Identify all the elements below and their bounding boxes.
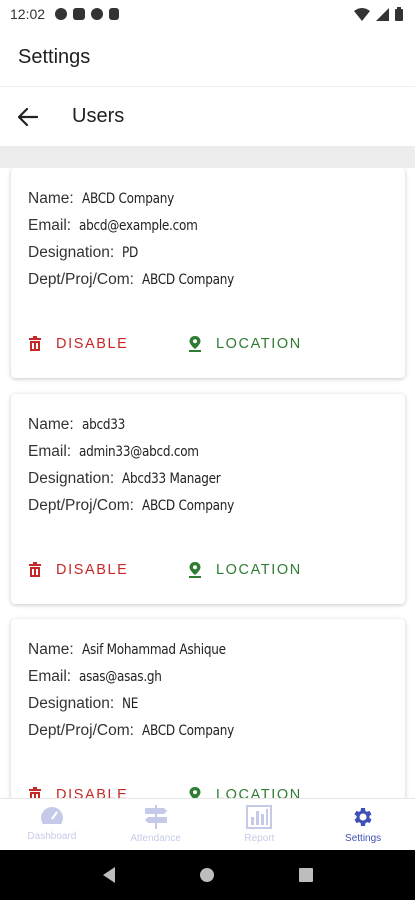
location-button[interactable]: LOCATION [188,336,302,352]
user-designation-row: Designation: PD [28,244,405,271]
disable-button[interactable]: DISABLE [28,562,188,578]
user-dept: ABCD Company [141,723,234,739]
app-bar-title: Settings [18,45,91,68]
user-name: Asif Mohammad Ashique [81,642,226,658]
user-email: asas@asas.gh [79,669,162,685]
status-time: 12:02 [10,6,46,22]
user-dept: ABCD Company [141,498,234,514]
designation-label: Designation: [28,470,115,487]
notification-app-icon [55,8,68,20]
bottom-navigation: Dashboard Attendance Report Settings [0,798,415,850]
nav-settings[interactable]: Settings [311,799,415,850]
notification-icons [55,8,120,20]
nav-label: Attendance [130,833,181,844]
speedometer-icon [40,807,63,824]
nav-attendance[interactable]: Attendance [104,799,208,850]
user-email-row: Email: abcd@example.com [28,217,405,244]
disable-label: DISABLE [56,336,129,352]
user-name: abcd33 [81,417,125,433]
user-designation-row: Designation: NE [28,695,405,722]
user-dept-row: Dept/Proj/Com: ABCD Company [28,271,405,298]
header-divider [0,146,415,168]
name-label: Name: [28,416,74,433]
disable-label: DISABLE [56,562,129,578]
nav-label: Dashboard [27,831,77,842]
status-bar: 12:02 [0,0,415,28]
users-header: Users [0,86,415,146]
recents-square-icon[interactable] [298,867,314,883]
name-label: Name: [28,641,74,658]
designation-label: Designation: [28,244,115,261]
user-card: Name: Asif Mohammad Ashique Email: asas@as… [11,619,405,798]
user-designation: PD [122,245,139,261]
system-navigation-bar [0,850,415,900]
system-status-icons [354,7,403,21]
user-name-row: Name: abcd33 [28,416,405,443]
location-button[interactable]: LOCATION [188,787,302,798]
notification-sync-icon [91,8,104,20]
user-dept-row: Dept/Proj/Com: ABCD Company [28,497,405,524]
disable-button[interactable]: DISABLE [28,787,188,798]
user-dept: ABCD Company [141,272,234,288]
notification-news-icon [73,8,86,20]
user-email: abcd@example.com [79,218,198,234]
nav-report[interactable]: Report [208,799,312,850]
sd-card-icon [109,8,120,20]
gear-icon [354,808,372,826]
arrow-left-icon [18,107,38,126]
trash-icon [29,787,41,798]
nav-dashboard[interactable]: Dashboard [0,799,104,850]
nav-label: Settings [345,833,382,844]
location-pin-icon [189,336,201,352]
user-email: admin33@abcd.com [79,444,199,460]
user-email-row: Email: asas@asas.gh [28,668,405,695]
location-label: LOCATION [216,562,302,578]
location-pin-icon [189,562,201,578]
dept-label: Dept/Proj/Com: [28,722,134,739]
dept-label: Dept/Proj/Com: [28,497,134,514]
email-label: Email: [28,217,72,234]
wifi-icon [354,7,370,21]
trash-icon [29,336,41,351]
trash-icon [29,562,41,577]
email-label: Email: [28,443,72,460]
email-label: Email: [28,668,72,685]
battery-icon [395,7,403,21]
users-list[interactable]: Name: ABCD Company Email: abcd@example.com… [0,168,415,798]
page-title: Users [72,105,125,127]
location-label: LOCATION [216,787,302,798]
back-button[interactable] [0,89,56,145]
signal-icon [376,7,389,21]
home-circle-icon[interactable] [198,866,216,884]
location-label: LOCATION [216,336,302,352]
user-designation: NE [122,696,139,712]
dept-label: Dept/Proj/Com: [28,271,134,288]
nav-label: Report [244,833,275,844]
app-bar: Settings [0,28,415,86]
disable-label: DISABLE [56,787,129,798]
disable-button[interactable]: DISABLE [28,336,188,352]
name-label: Name: [28,190,74,207]
user-dept-row: Dept/Proj/Com: ABCD Company [28,722,405,749]
user-email-row: Email: admin33@abcd.com [28,443,405,470]
user-name-row: Name: Asif Mohammad Ashique [28,641,405,668]
designation-label: Designation: [28,695,115,712]
bar-chart-icon [246,805,273,829]
user-designation-row: Designation: Abcd33 Manager [28,470,405,497]
back-triangle-icon[interactable] [101,866,117,884]
user-name: ABCD Company [81,191,174,207]
user-card: Name: abcd33 Email: admin33@abcd.com Desig… [11,394,405,604]
user-designation: Abcd33 Manager [122,471,221,487]
location-pin-icon [189,787,201,798]
user-card: Name: ABCD Company Email: abcd@example.com… [11,168,405,378]
user-name-row: Name: ABCD Company [28,190,405,217]
signpost-icon [144,805,167,829]
location-button[interactable]: LOCATION [188,562,302,578]
